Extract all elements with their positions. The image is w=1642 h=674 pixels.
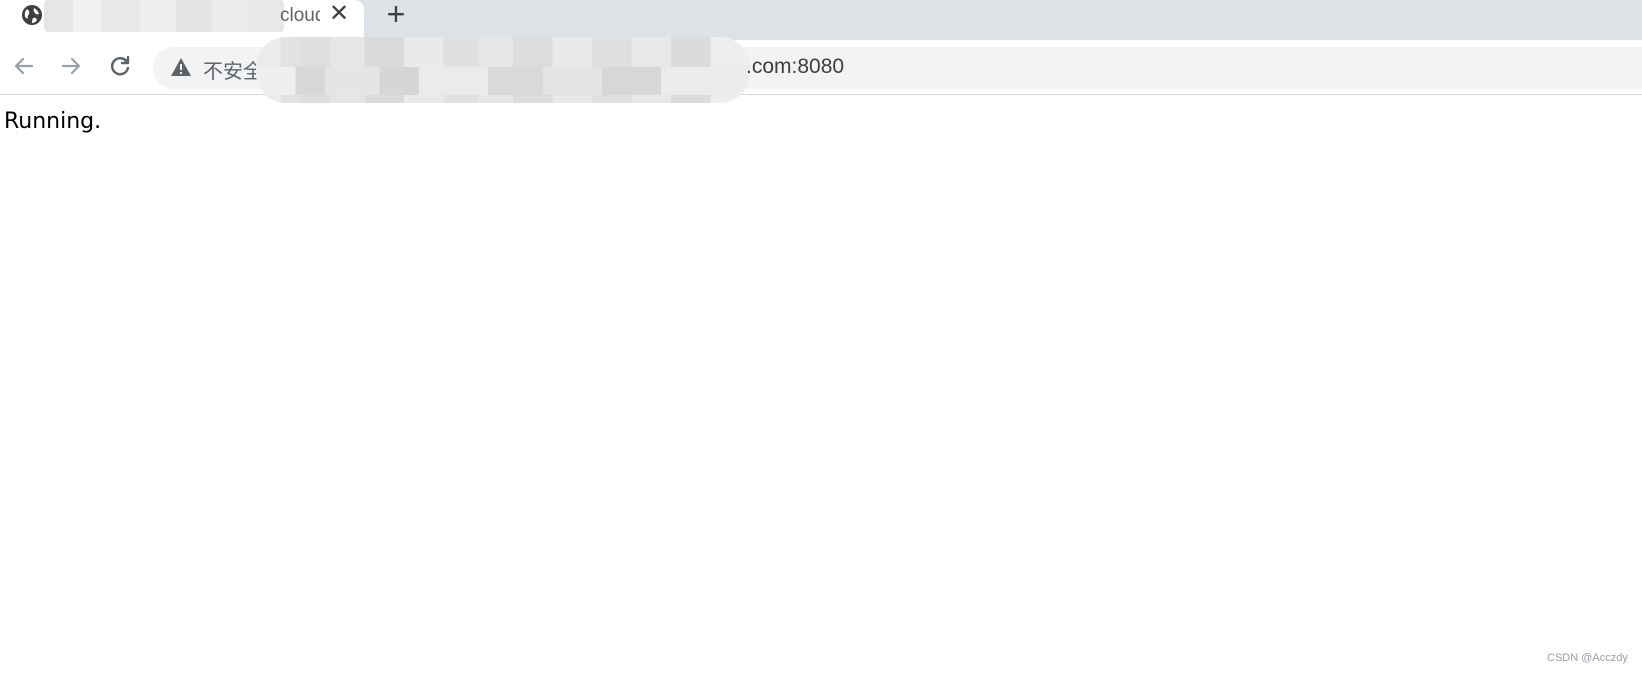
close-icon[interactable]: ✕ bbox=[326, 1, 352, 27]
warning-icon[interactable] bbox=[170, 57, 192, 77]
new-tab-button[interactable]: + bbox=[381, 0, 411, 30]
redacted-url bbox=[256, 37, 750, 103]
browser-tab[interactable]: cloud ✕ bbox=[0, 0, 364, 40]
reload-icon[interactable] bbox=[106, 52, 134, 80]
redacted-tab-title bbox=[44, 0, 284, 32]
watermark: CSDN @Acczdy bbox=[1547, 652, 1628, 664]
globe-icon bbox=[21, 4, 43, 26]
security-label[interactable]: 不安全 bbox=[203, 55, 263, 84]
forward-arrow-icon[interactable] bbox=[57, 52, 85, 80]
tab-title: cloud bbox=[280, 5, 320, 26]
url-text[interactable]: .com:8080 bbox=[746, 55, 844, 79]
back-arrow-icon[interactable] bbox=[10, 52, 38, 80]
page-status-text: Running. bbox=[4, 109, 102, 134]
